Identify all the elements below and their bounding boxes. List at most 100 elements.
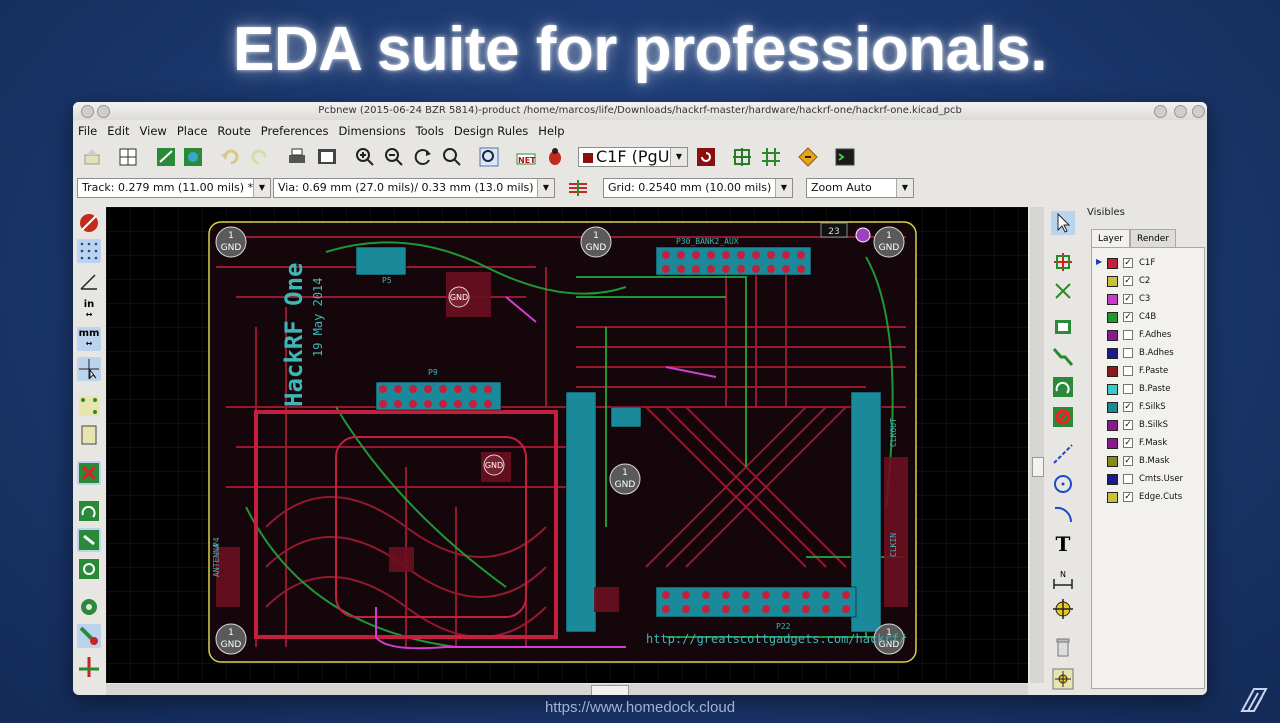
show-ratsnest-icon[interactable] bbox=[77, 394, 101, 418]
chevron-down-icon[interactable]: ▼ bbox=[253, 179, 270, 197]
window-sticky-button[interactable] bbox=[97, 105, 110, 118]
menu-design-rules[interactable]: Design Rules bbox=[449, 121, 533, 141]
layer-visibility-checkbox[interactable] bbox=[1123, 330, 1133, 340]
zoom-select[interactable]: Zoom Auto ▼ bbox=[806, 178, 914, 198]
menu-route[interactable]: Route bbox=[212, 121, 255, 141]
footprint-viewer-icon[interactable] bbox=[182, 146, 204, 168]
layer-visibility-checkbox[interactable]: ✓ bbox=[1123, 438, 1133, 448]
layer-color-swatch[interactable] bbox=[1107, 348, 1118, 359]
chevron-down-icon[interactable]: ▼ bbox=[896, 179, 913, 197]
layer-visibility-checkbox[interactable]: ✓ bbox=[1123, 276, 1133, 286]
redo-icon[interactable] bbox=[249, 146, 271, 168]
menu-edit[interactable]: Edit bbox=[102, 121, 134, 141]
layer-visibility-checkbox[interactable]: ✓ bbox=[1123, 402, 1133, 412]
polar-coords-icon[interactable] bbox=[77, 269, 101, 293]
chevron-down-icon[interactable]: ▼ bbox=[670, 148, 687, 166]
layer-color-swatch[interactable] bbox=[1107, 312, 1118, 323]
close-button[interactable] bbox=[1192, 105, 1205, 118]
print-icon[interactable] bbox=[286, 146, 308, 168]
layer-color-swatch[interactable] bbox=[1107, 366, 1118, 377]
menu-dimensions[interactable]: Dimensions bbox=[333, 121, 410, 141]
page-settings-icon[interactable] bbox=[117, 146, 139, 168]
add-zone-icon[interactable] bbox=[1051, 375, 1075, 399]
set-origin-icon[interactable] bbox=[1051, 667, 1075, 691]
mode-track-icon[interactable] bbox=[797, 146, 819, 168]
layer-visibility-checkbox[interactable]: ✓ bbox=[1123, 420, 1133, 430]
redraw-icon[interactable] bbox=[412, 146, 434, 168]
via-sketch-icon[interactable] bbox=[77, 624, 101, 648]
layer-color-swatch[interactable] bbox=[1107, 492, 1118, 503]
menu-place[interactable]: Place bbox=[172, 121, 213, 141]
tab-layer[interactable]: Layer bbox=[1091, 229, 1131, 248]
drc-off-icon[interactable] bbox=[77, 211, 101, 235]
zoom-out-icon[interactable] bbox=[383, 146, 405, 168]
zoom-in-icon[interactable] bbox=[354, 146, 376, 168]
window-menu-button[interactable] bbox=[81, 105, 94, 118]
layer-pair-icon[interactable] bbox=[695, 146, 717, 168]
drc-bug-icon[interactable] bbox=[544, 146, 566, 168]
footprint-editor-icon[interactable] bbox=[155, 146, 177, 168]
cursor-shape-icon[interactable] bbox=[77, 357, 101, 381]
layer-color-swatch[interactable] bbox=[1107, 330, 1118, 341]
menu-view[interactable]: View bbox=[135, 121, 172, 141]
graphic-line-icon[interactable] bbox=[1051, 442, 1075, 466]
select-arrow-icon[interactable] bbox=[1051, 211, 1075, 235]
delete-trash-icon[interactable] bbox=[1051, 635, 1075, 659]
undo-icon[interactable] bbox=[219, 146, 241, 168]
zone-fill-icon[interactable] bbox=[77, 557, 101, 581]
keepout-area-icon[interactable] bbox=[1051, 405, 1075, 429]
netlist-icon[interactable]: NET bbox=[515, 146, 537, 168]
grid-select[interactable]: Grid: 0.2540 mm (10.00 mils) ▼ bbox=[603, 178, 793, 198]
pad-sketch-icon[interactable] bbox=[77, 595, 101, 619]
auto-track-width-icon[interactable] bbox=[567, 177, 589, 199]
layer-color-swatch[interactable] bbox=[1107, 456, 1118, 467]
scripting-console-icon[interactable] bbox=[834, 146, 856, 168]
layer-select[interactable]: C1F (PgUp) ▼ bbox=[578, 147, 688, 167]
layer-color-swatch[interactable] bbox=[1107, 384, 1118, 395]
high-contrast-icon[interactable] bbox=[77, 655, 101, 679]
layer-color-swatch[interactable] bbox=[1107, 276, 1118, 287]
layer-visibility-checkbox[interactable]: ✓ bbox=[1123, 456, 1133, 466]
track-width-select[interactable]: Track: 0.279 mm (11.00 mils) * ▼ bbox=[77, 178, 271, 198]
zone-display-icon[interactable] bbox=[77, 499, 101, 523]
autoroute-icon[interactable] bbox=[760, 146, 782, 168]
find-icon[interactable] bbox=[478, 146, 500, 168]
autoplace-icon[interactable] bbox=[731, 146, 753, 168]
graphic-arc-icon[interactable] bbox=[1051, 502, 1075, 526]
horizontal-scroll-thumb[interactable] bbox=[591, 685, 629, 695]
layer-color-swatch[interactable] bbox=[1107, 258, 1118, 269]
layer-visibility-checkbox[interactable]: ✓ bbox=[1123, 294, 1133, 304]
menu-tools[interactable]: Tools bbox=[411, 121, 449, 141]
layer-visibility-checkbox[interactable] bbox=[1123, 348, 1133, 358]
layer-color-swatch[interactable] bbox=[1107, 420, 1118, 431]
local-ratsnest-icon[interactable] bbox=[1051, 279, 1075, 303]
layer-color-swatch[interactable] bbox=[1107, 474, 1118, 485]
units-inch-button[interactable]: in ↔ bbox=[77, 298, 101, 322]
menu-help[interactable]: Help bbox=[533, 121, 569, 141]
layer-visibility-checkbox[interactable]: ✓ bbox=[1123, 492, 1133, 502]
maximize-button[interactable] bbox=[1174, 105, 1187, 118]
zone-outline-icon[interactable] bbox=[77, 528, 101, 552]
chevron-down-icon[interactable]: ▼ bbox=[775, 179, 792, 197]
footer-url[interactable]: https://www.homedock.cloud bbox=[0, 699, 1280, 716]
highlight-net-icon[interactable] bbox=[1051, 250, 1075, 274]
layer-visibility-checkbox[interactable]: ✓ bbox=[1123, 312, 1133, 322]
layer-visibility-checkbox[interactable]: ✓ bbox=[1123, 258, 1133, 268]
layer-color-swatch[interactable] bbox=[1107, 438, 1118, 449]
new-board-icon[interactable] bbox=[81, 146, 103, 168]
units-mm-button[interactable]: mm ↔ bbox=[77, 327, 101, 351]
layer-alignment-target-icon[interactable] bbox=[1051, 597, 1075, 621]
pcb-canvas[interactable]: 1 GND 1 GND 1 GND 1 GND 1 GND 1 GND GND … bbox=[106, 207, 1028, 683]
plot-icon[interactable] bbox=[316, 146, 338, 168]
chevron-down-icon[interactable]: ▼ bbox=[537, 179, 554, 197]
vertical-scrollbar[interactable] bbox=[1030, 207, 1044, 683]
route-track-icon[interactable] bbox=[1051, 345, 1075, 369]
layer-visibility-checkbox[interactable] bbox=[1123, 366, 1133, 376]
layer-visibility-checkbox[interactable] bbox=[1123, 474, 1133, 484]
menu-preferences[interactable]: Preferences bbox=[256, 121, 334, 141]
menu-file[interactable]: File bbox=[73, 121, 102, 141]
module-ratsnest-icon[interactable] bbox=[77, 423, 101, 447]
via-size-select[interactable]: Via: 0.69 mm (27.0 mils)/ 0.33 mm (13.0 … bbox=[273, 178, 555, 198]
zoom-fit-icon[interactable] bbox=[441, 146, 463, 168]
layer-visibility-checkbox[interactable] bbox=[1123, 384, 1133, 394]
